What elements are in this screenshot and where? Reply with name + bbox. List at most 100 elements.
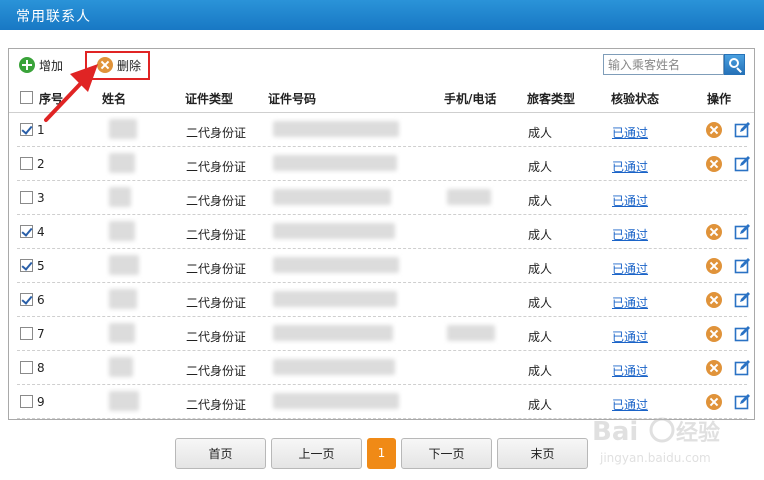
- row-passenger-type: 成人: [528, 194, 553, 208]
- add-button-label: 增加: [39, 58, 64, 73]
- table-row: 6 二代身份证 成人 已通过: [17, 283, 750, 317]
- row-delete-icon[interactable]: [706, 258, 722, 274]
- row-checkbox[interactable]: [20, 327, 33, 340]
- row-status-link[interactable]: 已通过: [612, 158, 648, 175]
- row-delete-icon[interactable]: [706, 156, 722, 172]
- titlebar: 常用联系人: [0, 0, 764, 30]
- row-delete-icon[interactable]: [706, 122, 722, 138]
- row-delete-icon[interactable]: [706, 360, 722, 376]
- table-row: 3 二代身份证 成人 已通过: [17, 181, 747, 215]
- row-passenger-type: 成人: [528, 296, 553, 310]
- header-phone: 手机/电话: [444, 92, 497, 106]
- name-redacted: [109, 391, 139, 411]
- edit-icon[interactable]: [734, 325, 751, 342]
- id-number-redacted: [273, 223, 395, 239]
- table-header: 序号 姓名 证件类型 证件号码 手机/电话 旅客类型 核验状态 操作: [9, 81, 754, 113]
- row-delete-icon[interactable]: [706, 292, 722, 308]
- header-id-number: 证件号码: [268, 92, 317, 106]
- table-row: 7 二代身份证 成人 已通过: [17, 317, 750, 351]
- row-id-type: 二代身份证: [186, 126, 247, 140]
- header-passenger-type: 旅客类型: [527, 92, 576, 106]
- row-seq: 9: [37, 395, 45, 409]
- window-title: 常用联系人: [16, 9, 91, 25]
- id-number-redacted: [273, 257, 399, 273]
- row-status-link[interactable]: 已通过: [612, 294, 648, 311]
- row-checkbox[interactable]: [20, 361, 33, 374]
- row-seq: 5: [37, 259, 45, 273]
- row-delete-icon[interactable]: [706, 224, 722, 240]
- last-page-button[interactable]: 末页: [497, 438, 588, 469]
- row-passenger-type: 成人: [528, 398, 553, 412]
- id-number-redacted: [273, 359, 395, 375]
- header-status: 核验状态: [611, 92, 660, 106]
- delete-highlight-box: [85, 51, 150, 80]
- first-page-button[interactable]: 首页: [175, 438, 266, 469]
- row-checkbox[interactable]: [20, 225, 33, 238]
- table-row: 5 二代身份证 成人 已通过: [17, 249, 750, 283]
- table-row: 2 二代身份证 成人 已通过: [17, 147, 750, 181]
- edit-icon[interactable]: [734, 393, 751, 410]
- phone-redacted: [447, 325, 495, 341]
- row-checkbox[interactable]: [20, 123, 33, 136]
- row-id-type: 二代身份证: [186, 194, 247, 208]
- contacts-panel: 增加 删除 序号 姓名 证件类型 证件号码 手机/电话 旅客类型 核验状态 操作…: [8, 48, 755, 420]
- row-checkbox[interactable]: [20, 395, 33, 408]
- current-page-button[interactable]: 1: [367, 438, 396, 469]
- edit-icon[interactable]: [734, 121, 751, 138]
- prev-page-button[interactable]: 上一页: [271, 438, 362, 469]
- toolbar: 增加 删除: [9, 49, 754, 81]
- row-delete-icon[interactable]: [706, 394, 722, 410]
- row-id-type: 二代身份证: [186, 160, 247, 174]
- edit-icon[interactable]: [734, 223, 751, 240]
- id-number-redacted: [273, 121, 399, 137]
- id-number-redacted: [273, 393, 399, 409]
- header-seq: 序号: [39, 92, 64, 106]
- header-name: 姓名: [102, 92, 127, 106]
- next-page-button[interactable]: 下一页: [401, 438, 492, 469]
- row-id-type: 二代身份证: [186, 228, 247, 242]
- row-seq: 8: [37, 361, 45, 375]
- row-checkbox[interactable]: [20, 157, 33, 170]
- row-passenger-type: 成人: [528, 262, 553, 276]
- row-passenger-type: 成人: [528, 228, 553, 242]
- row-status-link[interactable]: 已通过: [612, 192, 648, 209]
- row-checkbox[interactable]: [20, 259, 33, 272]
- row-status-link[interactable]: 已通过: [612, 124, 648, 141]
- edit-icon[interactable]: [734, 291, 751, 308]
- edit-icon[interactable]: [734, 257, 751, 274]
- row-seq: 4: [37, 225, 45, 239]
- name-redacted: [109, 119, 137, 139]
- name-redacted: [109, 221, 135, 241]
- table-row: 8 二代身份证 成人 已通过: [17, 351, 750, 385]
- edit-icon[interactable]: [734, 359, 751, 376]
- id-number-redacted: [273, 325, 393, 341]
- add-button[interactable]: 增加: [19, 56, 63, 74]
- row-delete-icon[interactable]: [706, 326, 722, 342]
- search-button[interactable]: [724, 54, 745, 75]
- row-status-link[interactable]: 已通过: [612, 260, 648, 277]
- phone-redacted: [447, 189, 491, 205]
- row-checkbox[interactable]: [20, 293, 33, 306]
- row-status-link[interactable]: 已通过: [612, 226, 648, 243]
- row-id-type: 二代身份证: [186, 296, 247, 310]
- row-status-link[interactable]: 已通过: [612, 362, 648, 379]
- row-checkbox[interactable]: [20, 191, 33, 204]
- header-id-type: 证件类型: [185, 92, 234, 106]
- name-redacted: [109, 289, 137, 309]
- select-all-checkbox[interactable]: [20, 91, 33, 104]
- row-id-type: 二代身份证: [186, 364, 247, 378]
- row-id-type: 二代身份证: [186, 262, 247, 276]
- pagination: 首页 上一页 1 下一页 末页: [0, 438, 764, 470]
- id-number-redacted: [273, 155, 397, 171]
- row-status-link[interactable]: 已通过: [612, 328, 648, 345]
- search-input[interactable]: [603, 54, 724, 75]
- name-redacted: [109, 153, 135, 173]
- row-passenger-type: 成人: [528, 364, 553, 378]
- row-id-type: 二代身份证: [186, 398, 247, 412]
- edit-icon[interactable]: [734, 155, 751, 172]
- name-redacted: [109, 187, 131, 207]
- row-passenger-type: 成人: [528, 330, 553, 344]
- row-status-link[interactable]: 已通过: [612, 396, 648, 413]
- row-seq: 2: [37, 157, 45, 171]
- id-number-redacted: [273, 291, 397, 307]
